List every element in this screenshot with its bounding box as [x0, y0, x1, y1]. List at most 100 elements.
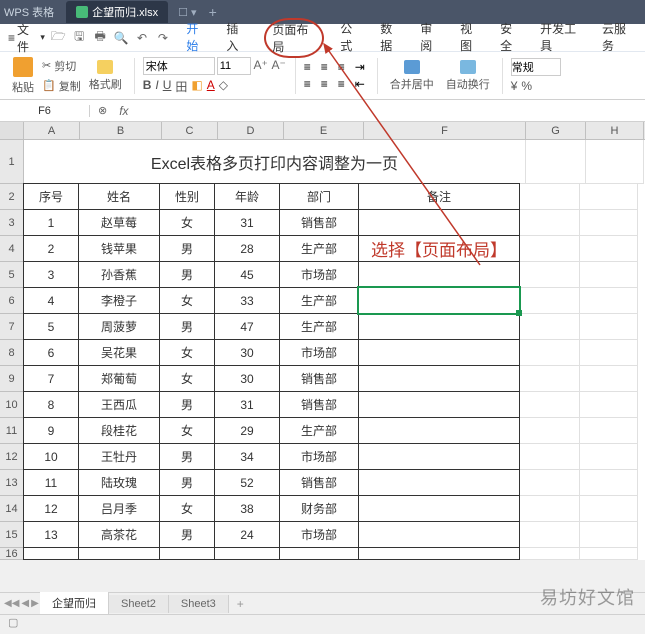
- row-header[interactable]: 2: [0, 184, 24, 210]
- sheet-nav-prev[interactable]: ◀: [21, 598, 29, 609]
- cell[interactable]: [580, 262, 638, 288]
- cell[interactable]: 销售部: [279, 209, 359, 236]
- font-size-select[interactable]: [217, 57, 251, 75]
- cell[interactable]: [520, 262, 580, 288]
- cell[interactable]: 市场部: [279, 443, 359, 470]
- cell[interactable]: [520, 314, 580, 340]
- cell[interactable]: 女: [159, 209, 215, 236]
- cell[interactable]: 11: [23, 469, 79, 496]
- tab-dev-tools[interactable]: 开发工具: [538, 18, 586, 58]
- cell[interactable]: 13: [23, 521, 79, 548]
- row-header[interactable]: 8: [0, 340, 24, 366]
- cell[interactable]: 生产部: [279, 417, 359, 444]
- tab-page-layout[interactable]: 页面布局: [264, 18, 324, 58]
- print-icon[interactable]: 🖶: [93, 30, 108, 46]
- merge-icon[interactable]: [404, 60, 420, 74]
- row-header[interactable]: 16: [0, 548, 24, 560]
- cell[interactable]: [520, 418, 580, 444]
- cell[interactable]: 生产部: [279, 235, 359, 262]
- cell[interactable]: 陆玫瑰: [78, 469, 160, 496]
- row-header[interactable]: 1: [0, 140, 24, 184]
- cell[interactable]: 2: [23, 235, 79, 262]
- font-color-button[interactable]: A: [207, 78, 215, 95]
- cell[interactable]: [358, 443, 520, 470]
- row-header[interactable]: 15: [0, 522, 24, 548]
- col-header[interactable]: E: [284, 122, 364, 139]
- sheet-tab[interactable]: Sheet3: [169, 595, 229, 613]
- cell[interactable]: 吴花果: [78, 339, 160, 366]
- cell[interactable]: [214, 548, 280, 560]
- cell[interactable]: [586, 140, 644, 184]
- cell[interactable]: 女: [159, 365, 215, 392]
- cell[interactable]: [520, 470, 580, 496]
- row-header[interactable]: 3: [0, 210, 24, 236]
- cell[interactable]: 男: [159, 261, 215, 288]
- cell[interactable]: 30: [214, 339, 280, 366]
- cell[interactable]: 9: [23, 417, 79, 444]
- select-all-corner[interactable]: [0, 122, 24, 139]
- name-box[interactable]: F6: [0, 105, 90, 117]
- cell[interactable]: 市场部: [279, 521, 359, 548]
- number-format-select[interactable]: [511, 58, 561, 76]
- col-header[interactable]: G: [526, 122, 586, 139]
- cell[interactable]: 24: [214, 521, 280, 548]
- title-cell[interactable]: Excel表格多页打印内容调整为一页: [24, 140, 526, 184]
- cell[interactable]: 销售部: [279, 391, 359, 418]
- cell[interactable]: 6: [23, 339, 79, 366]
- underline-button[interactable]: U: [163, 78, 172, 95]
- cell[interactable]: [580, 184, 638, 210]
- col-header[interactable]: C: [162, 122, 218, 139]
- row-header[interactable]: 5: [0, 262, 24, 288]
- tab-insert[interactable]: 插入: [224, 18, 250, 58]
- cell[interactable]: 部门: [279, 183, 359, 210]
- cell[interactable]: [358, 287, 520, 314]
- cell[interactable]: 姓名: [78, 183, 160, 210]
- annotation-text[interactable]: 选择【页面布局】: [358, 235, 520, 262]
- italic-button[interactable]: I: [155, 78, 158, 95]
- sheet-nav-first[interactable]: ◀◀: [4, 598, 19, 609]
- copy-button[interactable]: 📋 复制: [42, 78, 81, 94]
- col-header[interactable]: A: [24, 122, 80, 139]
- cell[interactable]: [526, 140, 586, 184]
- tab-start[interactable]: 开始: [184, 18, 210, 58]
- cell[interactable]: 序号: [23, 183, 79, 210]
- cell[interactable]: [78, 548, 160, 560]
- cell[interactable]: [580, 288, 638, 314]
- cell[interactable]: 5: [23, 313, 79, 340]
- cut-button[interactable]: ✂ 剪切: [42, 58, 81, 74]
- cell[interactable]: 市场部: [279, 261, 359, 288]
- cell[interactable]: 李橙子: [78, 287, 160, 314]
- decrease-font-icon[interactable]: A⁻: [271, 57, 287, 73]
- border-button[interactable]: 田: [175, 78, 187, 95]
- cell[interactable]: 男: [159, 313, 215, 340]
- row-header[interactable]: 7: [0, 314, 24, 340]
- cell[interactable]: 王西瓜: [78, 391, 160, 418]
- cell[interactable]: [580, 444, 638, 470]
- cell[interactable]: 男: [159, 521, 215, 548]
- cell[interactable]: 女: [159, 287, 215, 314]
- row-header[interactable]: 9: [0, 366, 24, 392]
- cell[interactable]: 10: [23, 443, 79, 470]
- fx-label[interactable]: fx: [115, 104, 132, 118]
- cell[interactable]: 财务部: [279, 495, 359, 522]
- cell[interactable]: [358, 495, 520, 522]
- row-header[interactable]: 12: [0, 444, 24, 470]
- spreadsheet-grid[interactable]: 1Excel表格多页打印内容调整为一页2序号姓名性别年龄部门备注31赵草莓女31…: [0, 140, 645, 560]
- cell[interactable]: 生产部: [279, 313, 359, 340]
- sheet-nav-next[interactable]: ▶: [31, 598, 39, 609]
- cell[interactable]: 赵草莓: [78, 209, 160, 236]
- row-header[interactable]: 6: [0, 288, 24, 314]
- paste-icon[interactable]: [13, 57, 33, 77]
- increase-font-icon[interactable]: A⁺: [253, 57, 269, 73]
- format-painter-icon[interactable]: [97, 60, 113, 74]
- row-header[interactable]: 10: [0, 392, 24, 418]
- percent-button[interactable]: %: [521, 79, 532, 93]
- tab-data[interactable]: 数据: [378, 18, 404, 58]
- cell[interactable]: [580, 470, 638, 496]
- cell[interactable]: [520, 444, 580, 470]
- cell[interactable]: 生产部: [279, 287, 359, 314]
- col-header[interactable]: B: [80, 122, 162, 139]
- col-header[interactable]: F: [364, 122, 526, 139]
- cell[interactable]: [580, 236, 638, 262]
- cell[interactable]: 31: [214, 209, 280, 236]
